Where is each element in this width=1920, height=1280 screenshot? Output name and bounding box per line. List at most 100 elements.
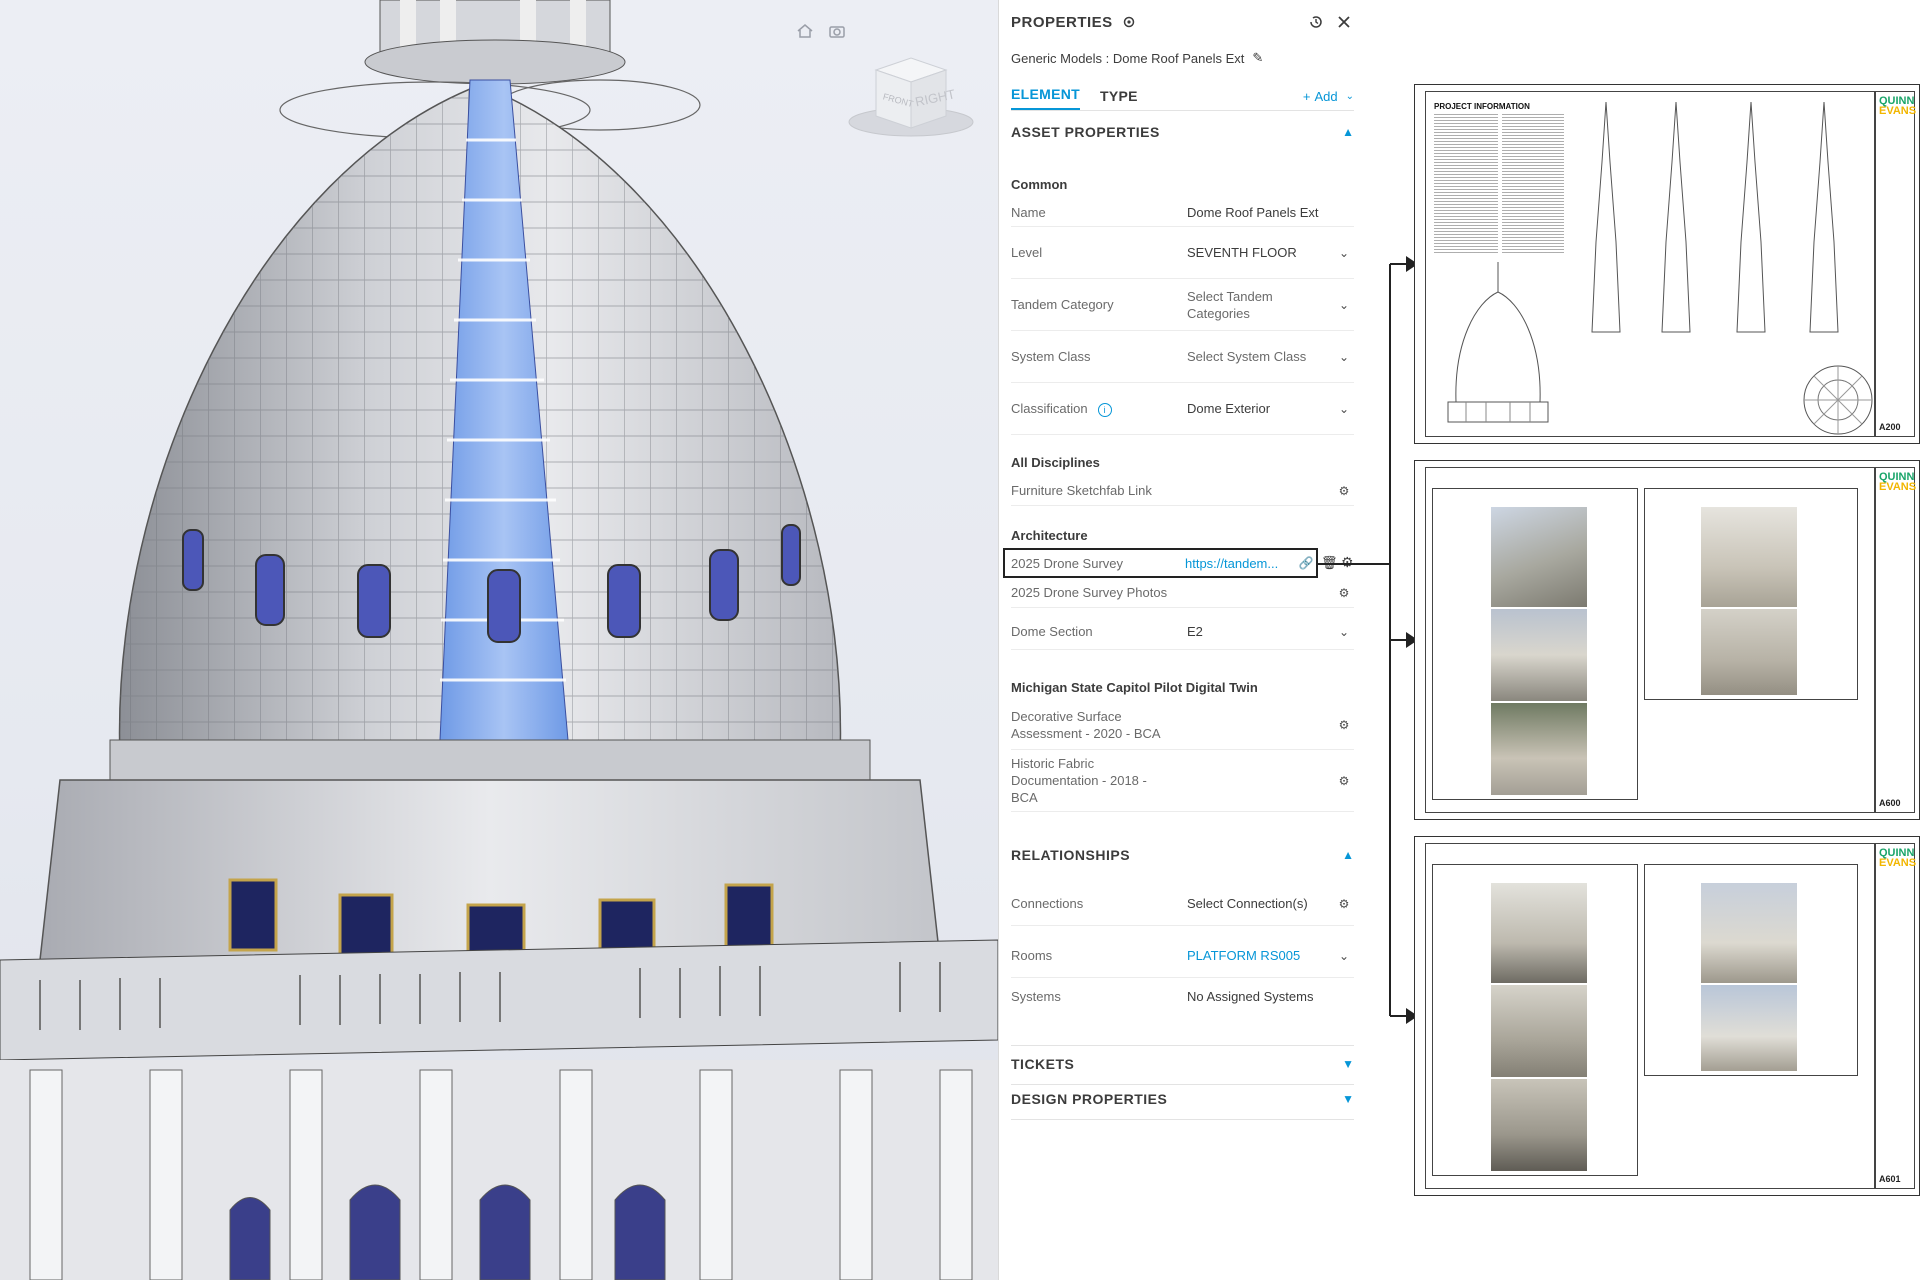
firm-logo: QUINN EVANS bbox=[1879, 472, 1917, 493]
panel-tabs: ELEMENT TYPE + Add ⌄ bbox=[1011, 82, 1354, 111]
property-row-systems[interactable]: Systems No Assigned Systems bbox=[1011, 978, 1354, 1014]
property-link-value[interactable]: https://tandem... bbox=[1185, 555, 1296, 572]
section-tickets[interactable]: TICKETS ▼ bbox=[1011, 1045, 1354, 1085]
sheet-notes bbox=[1502, 114, 1564, 254]
group-architecture: Architecture bbox=[1011, 528, 1088, 543]
sheet-number: A200 bbox=[1879, 422, 1901, 432]
condition-photo bbox=[1491, 507, 1587, 607]
close-icon[interactable] bbox=[1334, 12, 1354, 32]
property-label: System Class bbox=[1011, 349, 1091, 364]
property-row-classification[interactable]: Classification i Dome Exterior ⌄ bbox=[1011, 383, 1354, 435]
property-row-drone-survey-photos[interactable]: 2025 Drone Survey Photos ⚙ bbox=[1011, 578, 1354, 608]
property-row-tandem-category[interactable]: Tandem Category Select Tandem Categories… bbox=[1011, 279, 1354, 331]
chevron-down-icon: ⌄ bbox=[1345, 91, 1354, 102]
firm-logo: QUINN EVANS bbox=[1879, 96, 1917, 117]
property-label: Tandem Category bbox=[1011, 297, 1114, 312]
condition-table bbox=[1432, 864, 1638, 1176]
condition-photo bbox=[1701, 507, 1797, 607]
property-label: Historic Fabric Documentation - 2018 - B… bbox=[1011, 756, 1147, 805]
element-name: Generic Models : Dome Roof Panels Ext bbox=[1011, 50, 1245, 66]
sheet-number: A601 bbox=[1879, 1174, 1901, 1184]
sheet-drawing-area bbox=[1425, 843, 1875, 1189]
chevron-down-icon: ▼ bbox=[1342, 1092, 1354, 1106]
sheet-drawing-area bbox=[1425, 467, 1875, 813]
condition-photo bbox=[1701, 883, 1797, 983]
chevron-down-icon: ▼ bbox=[1342, 1057, 1354, 1071]
section-title: RELATIONSHIPS bbox=[1011, 847, 1131, 863]
panel-title: PROPERTIES bbox=[1011, 13, 1113, 31]
condition-photo bbox=[1491, 985, 1587, 1077]
condition-table bbox=[1644, 864, 1858, 1076]
property-value: Dome Roof Panels Ext bbox=[1187, 205, 1319, 220]
section-title: TICKETS bbox=[1011, 1056, 1075, 1072]
sheet-drawing-area: PROJECT INFORMATION bbox=[1425, 91, 1875, 437]
property-row-name[interactable]: Name Dome Roof Panels Ext bbox=[1011, 199, 1354, 227]
add-button[interactable]: + Add ⌄ bbox=[1303, 89, 1354, 110]
sheet-title-block: QUINN EVANS A200 bbox=[1875, 91, 1917, 437]
property-label: Name bbox=[1011, 205, 1046, 220]
sheet-notes bbox=[1434, 114, 1498, 254]
dome-model-render[interactable] bbox=[0, 0, 998, 1280]
property-label: Classification bbox=[1011, 401, 1088, 416]
property-label: Rooms bbox=[1011, 948, 1053, 963]
logo-line-2: EVANS bbox=[1879, 105, 1917, 117]
dome-elevation-sketch bbox=[1447, 262, 1549, 423]
condition-photo bbox=[1491, 609, 1587, 701]
property-row-furniture-sketchfab[interactable]: Furniture Sketchfab Link ⚙ bbox=[1011, 476, 1354, 506]
property-row-system-class[interactable]: System Class Select System Class ⌄ bbox=[1011, 331, 1354, 383]
property-row-connections[interactable]: Connections Select Connection(s) ⚙ bbox=[1011, 882, 1354, 926]
condition-photo bbox=[1491, 1079, 1587, 1171]
group-michigan-capitol: Michigan State Capitol Pilot Digital Twi… bbox=[1011, 680, 1258, 695]
property-row-dome-section[interactable]: Dome Section E2 ⌄ bbox=[1011, 614, 1354, 650]
property-label: 2025 Drone Survey bbox=[1011, 555, 1124, 571]
sheet-number: A600 bbox=[1879, 798, 1901, 808]
condition-photo bbox=[1701, 609, 1797, 695]
condition-table bbox=[1432, 488, 1638, 800]
property-label-wrap: Classification i bbox=[1011, 400, 1187, 417]
property-row-historic-fabric[interactable]: Historic Fabric Documentation - 2018 - B… bbox=[1011, 750, 1354, 812]
section-title: DESIGN PROPERTIES bbox=[1011, 1091, 1168, 1107]
drawing-sheet-a600[interactable]: QUINN EVANS A600 bbox=[1414, 460, 1920, 820]
add-label: Add bbox=[1314, 89, 1338, 104]
drawing-sheet-a200[interactable]: PROJECT INFORMATION QUINN EVANS A200 bbox=[1414, 84, 1920, 444]
property-row-level[interactable]: Level SEVENTH FLOOR ⌄ bbox=[1011, 227, 1354, 279]
condition-photo bbox=[1701, 985, 1797, 1071]
property-label: Furniture Sketchfab Link bbox=[1011, 483, 1152, 498]
property-row-rooms[interactable]: Rooms PLATFORM RS005 ⌄ bbox=[1011, 934, 1354, 978]
camera-icon[interactable] bbox=[826, 20, 848, 42]
dome-plan-key bbox=[1803, 365, 1873, 435]
property-label: Systems bbox=[1011, 988, 1061, 1004]
section-asset-properties[interactable]: ASSET PROPERTIES ▲ bbox=[1011, 124, 1354, 140]
section-relationships[interactable]: RELATIONSHIPS ▲ bbox=[1011, 847, 1354, 863]
logo-line-2: EVANS bbox=[1879, 481, 1917, 493]
group-all-disciplines: All Disciplines bbox=[1011, 455, 1100, 470]
sheet-heading: PROJECT INFORMATION bbox=[1434, 102, 1530, 111]
model-viewport[interactable]: FRONT RIGHT bbox=[0, 0, 998, 1280]
info-icon[interactable]: i bbox=[1097, 403, 1112, 417]
view-cube[interactable]: FRONT RIGHT bbox=[836, 50, 986, 150]
section-title: ASSET PROPERTIES bbox=[1011, 124, 1160, 140]
link-connector-lines bbox=[1318, 256, 1418, 1024]
property-label: Connections bbox=[1011, 896, 1084, 911]
home-icon[interactable] bbox=[794, 20, 816, 42]
logo-line-2: EVANS bbox=[1879, 857, 1917, 869]
tab-element[interactable]: ELEMENT bbox=[1011, 86, 1080, 110]
settings-gear-icon[interactable] bbox=[1119, 12, 1139, 32]
condition-photo bbox=[1491, 703, 1587, 795]
history-icon[interactable] bbox=[1306, 12, 1326, 32]
property-value: Select Tandem Categories bbox=[1187, 288, 1273, 321]
chevron-up-icon: ▲ bbox=[1342, 125, 1354, 139]
drawing-sheet-a601[interactable]: QUINN EVANS A601 bbox=[1414, 836, 1920, 1196]
property-label: Decorative Surface Assessment - 2020 - B… bbox=[1011, 708, 1161, 741]
sheet-title-block: QUINN EVANS A601 bbox=[1875, 843, 1917, 1189]
property-label: 2025 Drone Survey Photos bbox=[1011, 585, 1168, 600]
tab-type[interactable]: TYPE bbox=[1100, 88, 1138, 110]
property-label: Level bbox=[1011, 245, 1043, 260]
property-row-decorative-surface[interactable]: Decorative Surface Assessment - 2020 - B… bbox=[1011, 700, 1354, 750]
edit-pencil-icon[interactable]: ✎ bbox=[1252, 50, 1263, 66]
firm-logo: QUINN EVANS bbox=[1879, 848, 1917, 869]
section-design-properties[interactable]: DESIGN PROPERTIES ▼ bbox=[1011, 1091, 1354, 1120]
spire-elevations bbox=[1591, 102, 1839, 333]
property-row-drone-survey[interactable]: 2025 Drone Survey https://tandem... 🔗 bbox=[1003, 548, 1318, 578]
property-label: Dome Section bbox=[1011, 624, 1093, 639]
